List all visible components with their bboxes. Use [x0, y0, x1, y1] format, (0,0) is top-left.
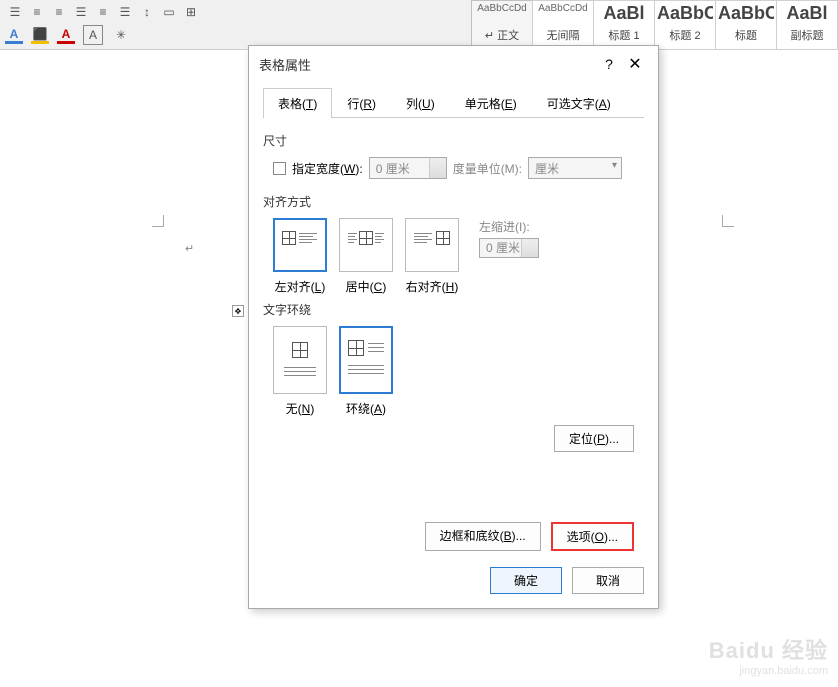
- style-preview: AaBl: [596, 3, 652, 23]
- wrap-option[interactable]: 无(N): [273, 326, 327, 417]
- style-name: 副标题: [779, 27, 835, 43]
- highlight-icon[interactable]: ⬛: [31, 26, 49, 44]
- left-indent-spinner[interactable]: 0 厘米: [479, 238, 539, 258]
- watermark-brand: Baidu 经验: [709, 633, 828, 665]
- page-margin-corner-tr: [722, 215, 734, 227]
- style-item[interactable]: AaBl 副标题: [776, 0, 838, 50]
- font-color-icon[interactable]: A: [57, 26, 75, 44]
- dialog-tabs: 表格(T)行(R)列(U)单元格(E)可选文字(A): [263, 88, 644, 118]
- multilevel-icon[interactable]: ≡: [49, 2, 69, 22]
- page-margin-corner-tl: [152, 215, 164, 227]
- dialog-title: 表格属性: [259, 55, 596, 74]
- watermark: Baidu 经验 jingyan.baidu.com: [709, 633, 828, 677]
- ribbon-font-group: A ⬛ A A ✳: [5, 25, 131, 45]
- align-option[interactable]: 左对齐(L): [273, 218, 327, 295]
- align-left-icon[interactable]: ☰: [71, 2, 91, 22]
- char-border-icon[interactable]: A: [83, 25, 103, 45]
- tab-e[interactable]: 单元格(E): [450, 88, 532, 118]
- shading-icon[interactable]: ▭: [159, 2, 179, 22]
- style-preview: AaBbCcDd: [474, 3, 530, 23]
- align-option[interactable]: 居中(C): [339, 218, 393, 295]
- tab-r[interactable]: 行(R): [332, 88, 391, 118]
- preferred-width-checkbox[interactable]: [273, 162, 286, 175]
- ribbon: ☰ ≡ ≡ ☰ ≡ ☰ ↕ ▭ ⊞ A ⬛ A A ✳ AaBbCcDd ↵ 正文…: [0, 0, 838, 50]
- style-item[interactable]: AaBbC 标题 2: [654, 0, 716, 50]
- align-box[interactable]: [405, 218, 459, 272]
- style-item[interactable]: AaBbCcDd 无间隔: [532, 0, 594, 50]
- style-name: 标题 1: [596, 27, 652, 43]
- borders-shading-button[interactable]: 边框和底纹(B)...: [425, 522, 541, 551]
- measure-unit-label: 度量单位(M):: [453, 160, 522, 177]
- style-preview: AaBbCcDd: [535, 3, 591, 23]
- paragraph-mark: ↵: [185, 242, 194, 255]
- style-preview: AaBbC: [657, 3, 713, 23]
- wrap-box[interactable]: [339, 326, 393, 394]
- bullets-icon[interactable]: ☰: [5, 2, 25, 22]
- alignment-section-label: 对齐方式: [263, 193, 644, 210]
- align-box[interactable]: [339, 218, 393, 272]
- preferred-width-spinner[interactable]: 0 厘米: [369, 157, 447, 179]
- measure-unit-combo[interactable]: 厘米: [528, 157, 622, 179]
- tab-a[interactable]: 可选文字(A): [532, 88, 626, 118]
- style-name: ↵ 正文: [474, 27, 530, 43]
- table-move-handle[interactable]: ✥: [232, 305, 244, 317]
- style-item[interactable]: AaBl 标题 1: [593, 0, 655, 50]
- align-option[interactable]: 右对齐(H): [405, 218, 459, 295]
- style-item[interactable]: AaBbCcDd ↵ 正文: [471, 0, 533, 50]
- align-label: 左对齐(L): [273, 278, 327, 295]
- wrap-label: 环绕(A): [339, 400, 393, 417]
- left-indent-label: 左缩进(I):: [479, 218, 539, 235]
- align-right-icon[interactable]: ☰: [115, 2, 135, 22]
- dialog-footer: 确定 取消: [249, 557, 658, 604]
- ribbon-paragraph-group: ☰ ≡ ≡ ☰ ≡ ☰ ↕ ▭ ⊞: [5, 2, 201, 22]
- style-preview: AaBl: [779, 3, 835, 23]
- table-properties-dialog: 表格属性 ? ✕ 表格(T)行(R)列(U)单元格(E)可选文字(A) 尺寸 指…: [248, 45, 659, 609]
- wrap-option[interactable]: 环绕(A): [339, 326, 393, 417]
- preferred-width-label: 指定宽度(W):: [292, 160, 363, 177]
- align-center-icon[interactable]: ≡: [93, 2, 113, 22]
- watermark-sub: jingyan.baidu.com: [709, 665, 828, 677]
- tab-t[interactable]: 表格(T): [263, 88, 332, 118]
- text-style-a-icon[interactable]: A: [5, 26, 23, 44]
- positioning-button[interactable]: 定位(P)...: [554, 425, 634, 452]
- wrap-section-label: 文字环绕: [263, 301, 644, 318]
- dialog-titlebar: 表格属性 ? ✕: [249, 46, 658, 82]
- enclose-char-icon[interactable]: ✳: [111, 25, 131, 45]
- style-name: 无间隔: [535, 27, 591, 43]
- wrap-box[interactable]: [273, 326, 327, 394]
- options-button[interactable]: 选项(O)...: [551, 522, 634, 551]
- align-label: 居中(C): [339, 278, 393, 295]
- borders-icon[interactable]: ⊞: [181, 2, 201, 22]
- help-button[interactable]: ?: [596, 56, 622, 72]
- style-name: 标题 2: [657, 27, 713, 43]
- line-spacing-icon[interactable]: ↕: [137, 2, 157, 22]
- cancel-button[interactable]: 取消: [572, 567, 644, 594]
- size-section-label: 尺寸: [263, 132, 644, 149]
- ok-button[interactable]: 确定: [490, 567, 562, 594]
- tab-u[interactable]: 列(U): [391, 88, 450, 118]
- style-item[interactable]: AaBbC 标题: [715, 0, 777, 50]
- style-name: 标题: [718, 27, 774, 43]
- close-button[interactable]: ✕: [622, 54, 648, 74]
- style-preview: AaBbC: [718, 3, 774, 23]
- align-label: 右对齐(H): [405, 278, 459, 295]
- left-indent-group: 左缩进(I): 0 厘米: [479, 218, 539, 256]
- styles-gallery[interactable]: AaBbCcDd ↵ 正文 AaBbCcDd 无间隔 AaBl 标题 1 AaBbC 标题 2…: [472, 0, 838, 50]
- wrap-label: 无(N): [273, 400, 327, 417]
- numbering-icon[interactable]: ≡: [27, 2, 47, 22]
- align-box[interactable]: [273, 218, 327, 272]
